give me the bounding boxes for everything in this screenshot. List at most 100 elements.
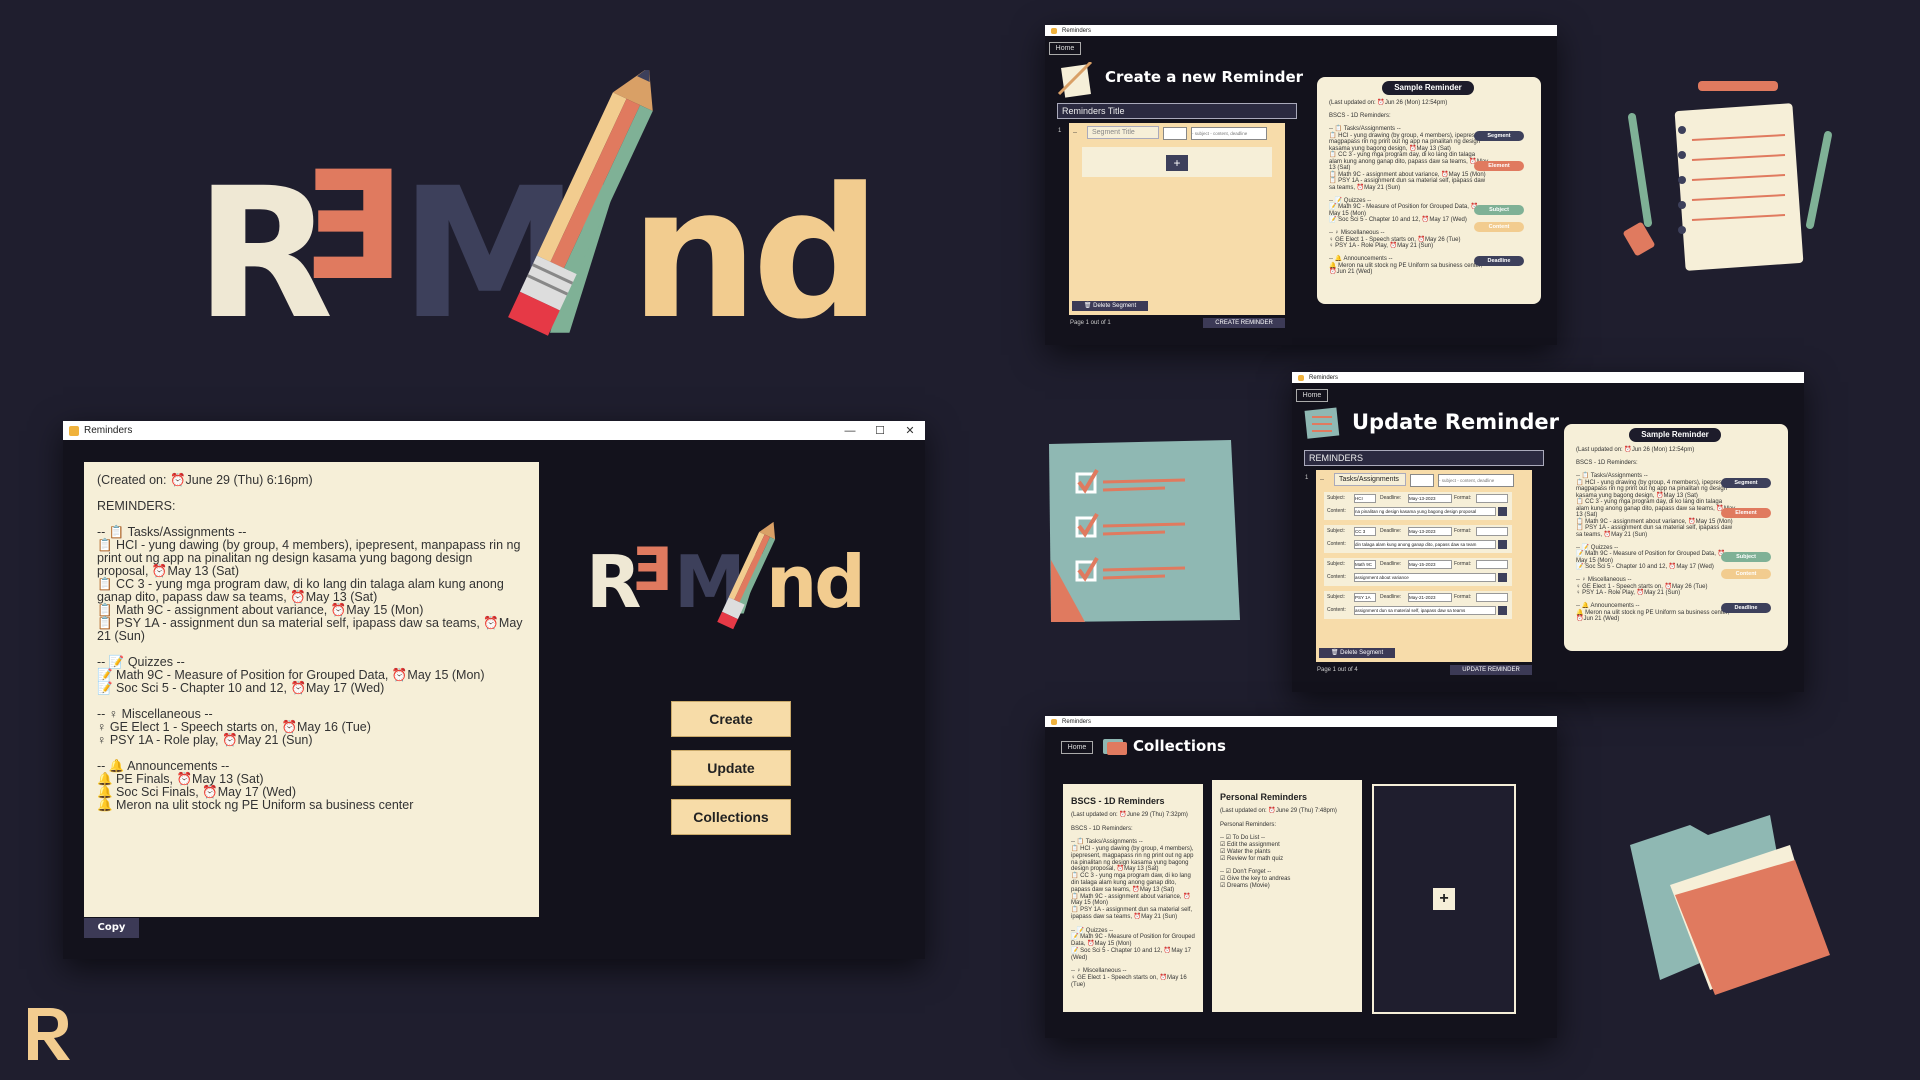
deadline-label: Deadline: [1380, 561, 1402, 567]
collections-button[interactable]: Collections [671, 799, 791, 835]
app-logo-small: R Ǝ M / nd [586, 516, 876, 656]
icon-dropdown[interactable] [1163, 127, 1187, 140]
create-reminder-button[interactable]: CREATE REMINDER [1203, 318, 1285, 328]
format-select[interactable] [1476, 593, 1508, 602]
delete-segment-button[interactable]: 🗑 Delete Segment [1072, 301, 1148, 311]
maximize-button[interactable]: ☐ [865, 424, 895, 437]
content-input[interactable]: assignment about variance [1354, 573, 1496, 582]
folder-stack-icon [1630, 815, 1830, 995]
copy-button[interactable]: Copy [84, 918, 139, 938]
row-number: 1 [1058, 128, 1062, 134]
deadline-input[interactable]: May-15-2023 [1408, 560, 1452, 569]
segment-panel: -- Segment Title - subject - content, de… [1069, 123, 1285, 315]
content-input[interactable]: na pinalitan ng design kasama yung bagon… [1354, 507, 1496, 516]
subject-input[interactable]: HCI [1354, 494, 1376, 503]
sample-header: Sample Reminder [1382, 81, 1474, 95]
format-select[interactable] [1476, 527, 1508, 536]
subject-label: Subject: [1327, 495, 1346, 501]
window-title: Reminders [84, 425, 133, 436]
content-input[interactable]: assignment dun sa material self, ipapass… [1354, 606, 1496, 615]
list-item: Subject: HCI Deadline: May-13-2023 Forma… [1324, 492, 1512, 520]
title-bar: Reminders [1045, 25, 1557, 36]
format-dropdown[interactable]: - subject - content, deadline [1191, 127, 1267, 140]
close-button[interactable]: ✕ [895, 424, 925, 437]
pencil-icon [717, 521, 776, 630]
format-select[interactable] [1476, 494, 1508, 503]
sample-reminder-panel: Sample Reminder (Last updated on: ⏰Jun 2… [1317, 77, 1541, 304]
page-title: Collections [1133, 737, 1226, 755]
pill-deadline: Deadline [1721, 603, 1771, 613]
window-title: Reminders [1309, 374, 1339, 381]
pill-subject: Subject [1721, 552, 1771, 562]
collection-body: (Last updated on: ⏰June 29 (Thu) 7:32pm)… [1071, 812, 1195, 988]
list-item: Subject: Math 9C Deadline: May-15-2023 F… [1324, 558, 1512, 586]
page-title: Create a new Reminder [1105, 68, 1304, 86]
main-window: Reminders — ☐ ✕ (Created on: ⏰June 29 (T… [63, 421, 925, 959]
segment-title-input[interactable]: Segment Title [1087, 126, 1159, 139]
row-number: 1 [1305, 475, 1309, 481]
segment-panel: -- Tasks/Assignments - subject - content… [1316, 470, 1532, 662]
format-label: Format: [1454, 561, 1472, 567]
window-title: Reminders [1062, 718, 1092, 725]
format-dropdown[interactable]: - subject - content, deadline [1438, 474, 1514, 487]
app-logo: R Ǝ M / nd [190, 70, 881, 360]
pill-content: Content [1474, 222, 1524, 232]
home-button[interactable]: Home [1061, 741, 1093, 754]
trash-icon[interactable] [1498, 540, 1507, 549]
sample-header: Sample Reminder [1629, 428, 1721, 442]
page-indicator: Page 1 out of 1 [1070, 320, 1111, 326]
collection-card[interactable]: BSCS - 1D Reminders (Last updated on: ⏰J… [1063, 784, 1203, 1012]
trash-icon[interactable] [1498, 507, 1507, 516]
title-bar: Reminders — ☐ ✕ [63, 421, 925, 440]
deadline-label: Deadline: [1380, 594, 1402, 600]
icon-dropdown[interactable] [1410, 474, 1434, 487]
delete-segment-button[interactable]: 🗑 Delete Segment [1319, 648, 1395, 658]
subject-input[interactable]: CC 3 [1354, 527, 1376, 536]
subject-label: Subject: [1327, 528, 1346, 534]
minimize-button[interactable]: — [835, 425, 865, 437]
checklist-icon [1304, 407, 1340, 439]
sample-text: (Last updated on: ⏰Jun 26 (Mon) 12:54pm)… [1329, 100, 1488, 275]
reminder-title-input[interactable]: REMINDERS [1304, 450, 1544, 466]
content-input[interactable]: din talaga alam kung anong ganap dito, p… [1354, 540, 1496, 549]
home-button[interactable]: Home [1049, 42, 1081, 55]
update-reminder-button[interactable]: UPDATE REMINDER [1450, 665, 1532, 675]
reminder-title-input[interactable]: Reminders Title [1057, 103, 1297, 119]
update-button[interactable]: Update [671, 750, 791, 786]
format-label: Format: [1454, 528, 1472, 534]
corner-logo-icon [28, 1008, 70, 1060]
add-element-button[interactable]: + [1166, 155, 1188, 171]
notebook-pens-icon [1623, 81, 1832, 271]
deadline-input[interactable]: May-13-2023 [1408, 494, 1452, 503]
pill-subject: Subject [1474, 205, 1524, 215]
collection-card[interactable]: Personal Reminders (Last updated on: ⏰Ju… [1212, 780, 1362, 1012]
new-collection-card[interactable]: + [1372, 784, 1516, 1014]
sample-reminder-panel: Sample Reminder (Last updated on: ⏰Jun 2… [1564, 424, 1788, 651]
reminder-preview: (Created on: ⏰June 29 (Thu) 6:16pm) REMI… [84, 462, 539, 917]
deadline-input[interactable]: May-21-2023 [1408, 593, 1452, 602]
trash-icon[interactable] [1498, 573, 1507, 582]
list-item: Subject: PSY 1A Deadline: May-21-2023 Fo… [1324, 591, 1512, 619]
format-select[interactable] [1476, 560, 1508, 569]
deadline-input[interactable]: May-13-2023 [1408, 527, 1452, 536]
trash-icon[interactable] [1498, 606, 1507, 615]
add-collection-button[interactable]: + [1433, 888, 1455, 910]
segment-title-input[interactable]: Tasks/Assignments [1334, 473, 1406, 486]
app-icon [1051, 718, 1057, 725]
create-button[interactable]: Create [671, 701, 791, 737]
pill-content: Content [1721, 569, 1771, 579]
subject-input[interactable]: PSY 1A [1354, 593, 1376, 602]
element-list: Subject: HCI Deadline: May-13-2023 Forma… [1324, 492, 1520, 620]
collection-title: BSCS - 1D Reminders [1071, 796, 1165, 806]
home-button[interactable]: Home [1296, 389, 1328, 402]
pill-segment: Segment [1721, 478, 1771, 488]
collection-body: (Last updated on: ⏰June 29 (Thu) 7:48pm)… [1220, 808, 1337, 889]
folder-icon [1103, 739, 1127, 755]
pill-deadline: Deadline [1474, 256, 1524, 266]
subject-input[interactable]: Math 9C [1354, 560, 1376, 569]
pill-segment: Segment [1474, 131, 1524, 141]
app-icon [69, 425, 79, 436]
content-label: Content: [1327, 541, 1346, 547]
subject-label: Subject: [1327, 561, 1346, 567]
segment-dash: -- [1073, 130, 1077, 136]
